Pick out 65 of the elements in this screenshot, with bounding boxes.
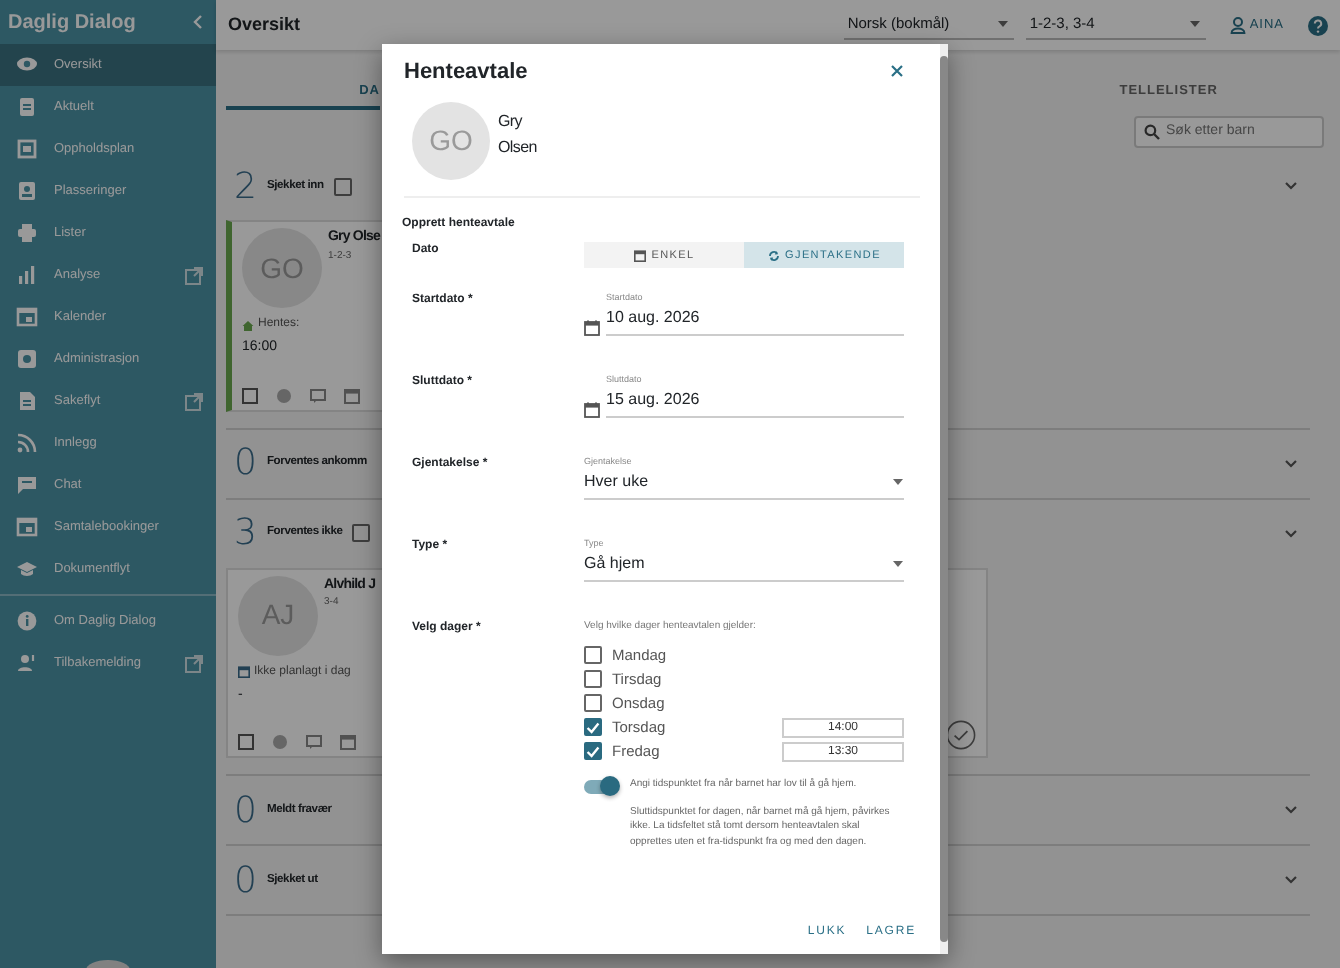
- contact-card-icon: [16, 180, 38, 202]
- external-link-icon: [184, 391, 204, 411]
- section-count: 2: [234, 163, 257, 211]
- section-count: 3: [234, 510, 257, 558]
- collapse-chevron-icon[interactable]: [192, 14, 204, 30]
- caret-icon: [1187, 18, 1202, 30]
- day-checkbox[interactable]: [584, 718, 602, 737]
- select-all-checkbox[interactable]: [333, 177, 352, 195]
- checkbox-icon[interactable]: [242, 387, 258, 403]
- rss-icon: [16, 432, 38, 454]
- toggle-switch[interactable]: [584, 779, 618, 794]
- expand-chevron-icon[interactable]: [1284, 457, 1298, 469]
- clipboard-icon: [16, 96, 38, 118]
- status-dot-icon[interactable]: [276, 387, 292, 403]
- calendar-icon: [633, 249, 646, 262]
- user-icon: [1229, 16, 1246, 34]
- day-checkbox[interactable]: [584, 694, 602, 713]
- section-count: 0: [234, 857, 257, 905]
- calendar-icon: [584, 401, 600, 418]
- avatar: GO: [412, 102, 490, 181]
- day-checkbox[interactable]: [584, 646, 602, 665]
- calendar-icon: [16, 516, 38, 538]
- caret-icon: [892, 477, 904, 486]
- caret-icon: [995, 18, 1010, 30]
- page-title: Oversikt: [228, 11, 303, 38]
- expand-chevron-icon[interactable]: [1284, 804, 1298, 816]
- calendar-icon: [238, 666, 250, 678]
- search-icon: [1144, 124, 1160, 140]
- eye-icon: [16, 54, 38, 76]
- section-count: 0: [234, 787, 257, 835]
- calendar-icon: [16, 306, 38, 328]
- child-name: Gry Olsen: [498, 110, 539, 160]
- settings-icon: [16, 348, 38, 370]
- bar-chart-icon: [16, 264, 38, 286]
- day-checkbox[interactable]: [584, 742, 602, 761]
- day-checkbox[interactable]: [584, 670, 602, 689]
- help-icon[interactable]: [1308, 15, 1328, 35]
- feedback-person-icon: [16, 652, 38, 674]
- scrollbar[interactable]: [940, 44, 948, 954]
- close-button[interactable]: [890, 64, 904, 78]
- select-all-checkbox[interactable]: [352, 524, 371, 542]
- expand-chevron-icon[interactable]: [1284, 180, 1298, 192]
- external-link-icon: [184, 265, 204, 285]
- expand-chevron-icon[interactable]: [1284, 527, 1298, 539]
- check-circle-icon[interactable]: [946, 720, 976, 750]
- app-title: Daglig Dialog: [8, 9, 136, 37]
- calendar-icon[interactable]: [340, 734, 356, 750]
- repeat-icon: [767, 249, 780, 262]
- dialog-title: Henteavtale: [404, 60, 528, 87]
- close-icon: [890, 64, 904, 78]
- calendar-icon: [584, 319, 600, 336]
- message-icon[interactable]: [310, 387, 326, 403]
- schedule-icon: [16, 138, 38, 160]
- checkbox-icon[interactable]: [238, 734, 254, 750]
- message-icon[interactable]: [306, 734, 322, 750]
- calendar-icon[interactable]: [344, 387, 360, 403]
- chat-icon: [16, 474, 38, 496]
- document-icon: [16, 390, 38, 412]
- expand-chevron-icon[interactable]: [1284, 874, 1298, 886]
- house-icon: [242, 319, 254, 331]
- graduation-cap-icon: [16, 558, 38, 580]
- section-count: 0: [234, 440, 257, 488]
- external-link-icon: [184, 653, 204, 673]
- status-dot-icon[interactable]: [272, 734, 288, 750]
- info-icon: [16, 610, 38, 632]
